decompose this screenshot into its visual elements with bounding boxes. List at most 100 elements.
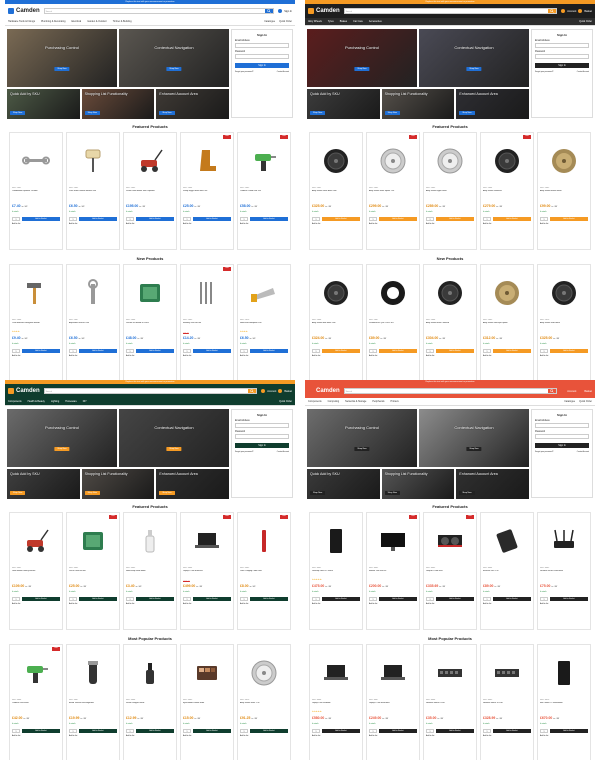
product-name[interactable]: Hand Saw Hardpoint 22in [240,322,288,330]
product-name[interactable]: Beard Trimmer Rechargeable [69,702,117,710]
add-to-list-link[interactable]: Add to list [240,735,288,737]
wheel-icon[interactable] [426,273,474,313]
product-card[interactable]: SKU: 2007 Performance Tyre 225/45 R17 £89.… [366,264,420,380]
add-to-basket-button[interactable]: Add to Basket [193,217,231,221]
shop-now-button[interactable]: Shop Now [159,491,175,495]
header-link[interactable]: Basket [584,390,592,393]
palette-icon[interactable] [183,653,231,693]
laptop-icon[interactable] [183,521,231,561]
product-name[interactable]: Lawn Mower Rotary Electric [12,570,60,578]
add-to-list-link[interactable]: Add to list [126,355,174,357]
product-card[interactable]: Sale SKU: 4003 Graphics Card 8GB £335.69 in… [423,512,477,630]
add-to-basket-button[interactable]: Add to Basket [136,217,174,221]
add-to-basket-button[interactable]: Add to Basket [136,729,174,733]
add-to-basket-button[interactable]: Add to Basket [379,729,417,733]
quantity-input[interactable]: 1 [483,349,491,353]
add-to-list-link[interactable]: Add to list [483,223,531,225]
account-icon[interactable] [561,389,566,393]
shop-now-button[interactable]: Shop Now [54,447,70,451]
shop-now-button[interactable]: Shop Now [466,447,482,451]
add-to-list-link[interactable]: Add to list [369,355,417,357]
header-link[interactable]: Account [567,390,576,393]
add-to-basket-button[interactable]: Add to Basket [379,217,417,221]
product-name[interactable]: Claw Hammer Fibreglass Handle [12,322,60,330]
search-input[interactable]: Search [345,9,549,13]
add-to-basket-button[interactable]: Add to Basket [136,349,174,353]
product-card[interactable]: SKU: 1002 Paint Roller Sleeve Medium Pile… [66,132,120,250]
product-card[interactable]: Sale SKU: 4002 Monitor 24in Full HD £200.00… [366,512,420,630]
product-card[interactable]: SKU: 2006 Alloy Wheel Matt Black 19in £324… [309,264,363,380]
add-to-basket-button[interactable]: Add to Basket [79,729,117,733]
shop-now-button[interactable]: Shop Now [354,447,370,451]
quantity-input[interactable]: 1 [69,349,77,353]
wheel-icon[interactable] [312,141,360,181]
quantity-input[interactable]: 1 [426,729,434,733]
email-field[interactable] [535,43,589,48]
quantity-input[interactable]: 1 [483,597,491,601]
add-to-basket-button[interactable]: Add to Basket [250,217,288,221]
add-to-list-link[interactable]: Add to list [312,223,360,225]
product-card[interactable]: SKU: 1006 Claw Hammer Fibreglass Handle ★★… [9,264,63,380]
wheelgold-icon[interactable] [540,141,588,181]
quantity-input[interactable]: 1 [426,597,434,601]
product-name[interactable]: Alloy Wheel Silver Spoke 17in [369,190,417,198]
product-name[interactable]: Alloy Wheel Matt Black 19in [312,322,360,330]
product-card[interactable]: Sale SKU: 1004 Safety Rigger Boot Steel To… [180,132,234,250]
shop-now-button[interactable]: Shop Now [54,67,70,71]
wrench-icon[interactable] [12,141,60,181]
add-to-basket-button[interactable]: Add to Basket [22,729,60,733]
product-card[interactable]: SKU: 3009 Eyeshadow Palette Nude £15.00 in… [180,644,234,760]
product-name[interactable]: Alloy Wheel Black Polished [426,322,474,330]
basket-icon[interactable] [578,9,583,13]
add-to-basket-button[interactable]: Add to Basket [493,729,531,733]
quantity-input[interactable]: 1 [12,729,20,733]
tyre-icon[interactable] [369,273,417,313]
product-name[interactable]: Network Switch 16 Port [483,702,531,710]
password-field[interactable] [535,434,589,439]
add-to-list-link[interactable]: Add to list [69,603,117,605]
shop-now-button[interactable]: Shop Now [384,111,400,115]
logo[interactable]: Camden [308,8,340,14]
product-card[interactable]: SKU: 2010 Alloy Wheel Satin Black £325.00 … [537,264,591,380]
add-to-list-link[interactable]: Add to list [126,735,174,737]
add-to-basket-button[interactable]: Add to Basket [379,349,417,353]
add-to-list-link[interactable]: Add to list [12,603,60,605]
add-to-basket-button[interactable]: Add to Basket [193,729,231,733]
nav-item[interactable]: Timber & Building [113,20,132,23]
hero-tile[interactable]: Purchasing Control Shop Now [7,409,117,467]
nav-item[interactable]: Lighting [51,400,59,403]
product-card[interactable]: SKU: 3007 Beard Trimmer Rechargeable £19.9… [66,644,120,760]
product-name[interactable]: Desktop Tower PC Black [312,570,360,578]
hero-tile[interactable]: Contextual Navigation Shop Now [419,29,529,87]
nav-item[interactable]: Alloy Wheels [308,20,322,23]
add-to-basket-button[interactable]: Add to Basket [436,597,474,601]
add-to-list-link[interactable]: Add to list [183,603,231,605]
tower-icon[interactable] [312,521,360,561]
product-card[interactable]: SKU: 3008 Serum Dropper Bottle £12.99 inc.… [123,644,177,760]
add-to-basket-button[interactable]: Add to Basket [193,349,231,353]
create-account-link[interactable]: Create Account [577,71,589,73]
add-to-list-link[interactable]: Add to list [183,223,231,225]
wheelgold-icon[interactable] [483,273,531,313]
mower-icon[interactable] [126,141,174,181]
monitor-icon[interactable] [369,521,417,561]
hero-feature-tile[interactable]: Enhanced Account Area Shop Now [156,89,229,119]
sign-in-button[interactable]: Sign In [535,443,589,448]
nav-item[interactable]: Garden & Outdoor [87,20,107,23]
shop-now-button[interactable]: Shop Now [84,491,100,495]
password-field[interactable] [535,54,589,59]
add-to-list-link[interactable]: Add to list [426,223,474,225]
product-card[interactable]: SKU: 2005 Alloy Wheel Bronze Mesh £99.00 i… [537,132,591,250]
quantity-input[interactable]: 1 [69,597,77,601]
product-name[interactable]: Laptop 15.6in Business [183,570,231,578]
add-to-list-link[interactable]: Add to list [426,735,474,737]
product-name[interactable]: Wireless Router Dual Band [540,570,588,578]
product-name[interactable]: USB Charging Cable Red [240,570,288,578]
add-to-list-link[interactable]: Add to list [240,355,288,357]
search-button[interactable] [548,9,557,13]
hero-feature-tile[interactable]: Quick Add by SKU Shop Now [7,469,80,499]
add-to-basket-button[interactable]: Add to Basket [550,349,588,353]
add-to-basket-button[interactable]: Add to Basket [493,217,531,221]
nav-item[interactable]: Peripherals [372,400,384,403]
roller-icon[interactable] [69,141,117,181]
